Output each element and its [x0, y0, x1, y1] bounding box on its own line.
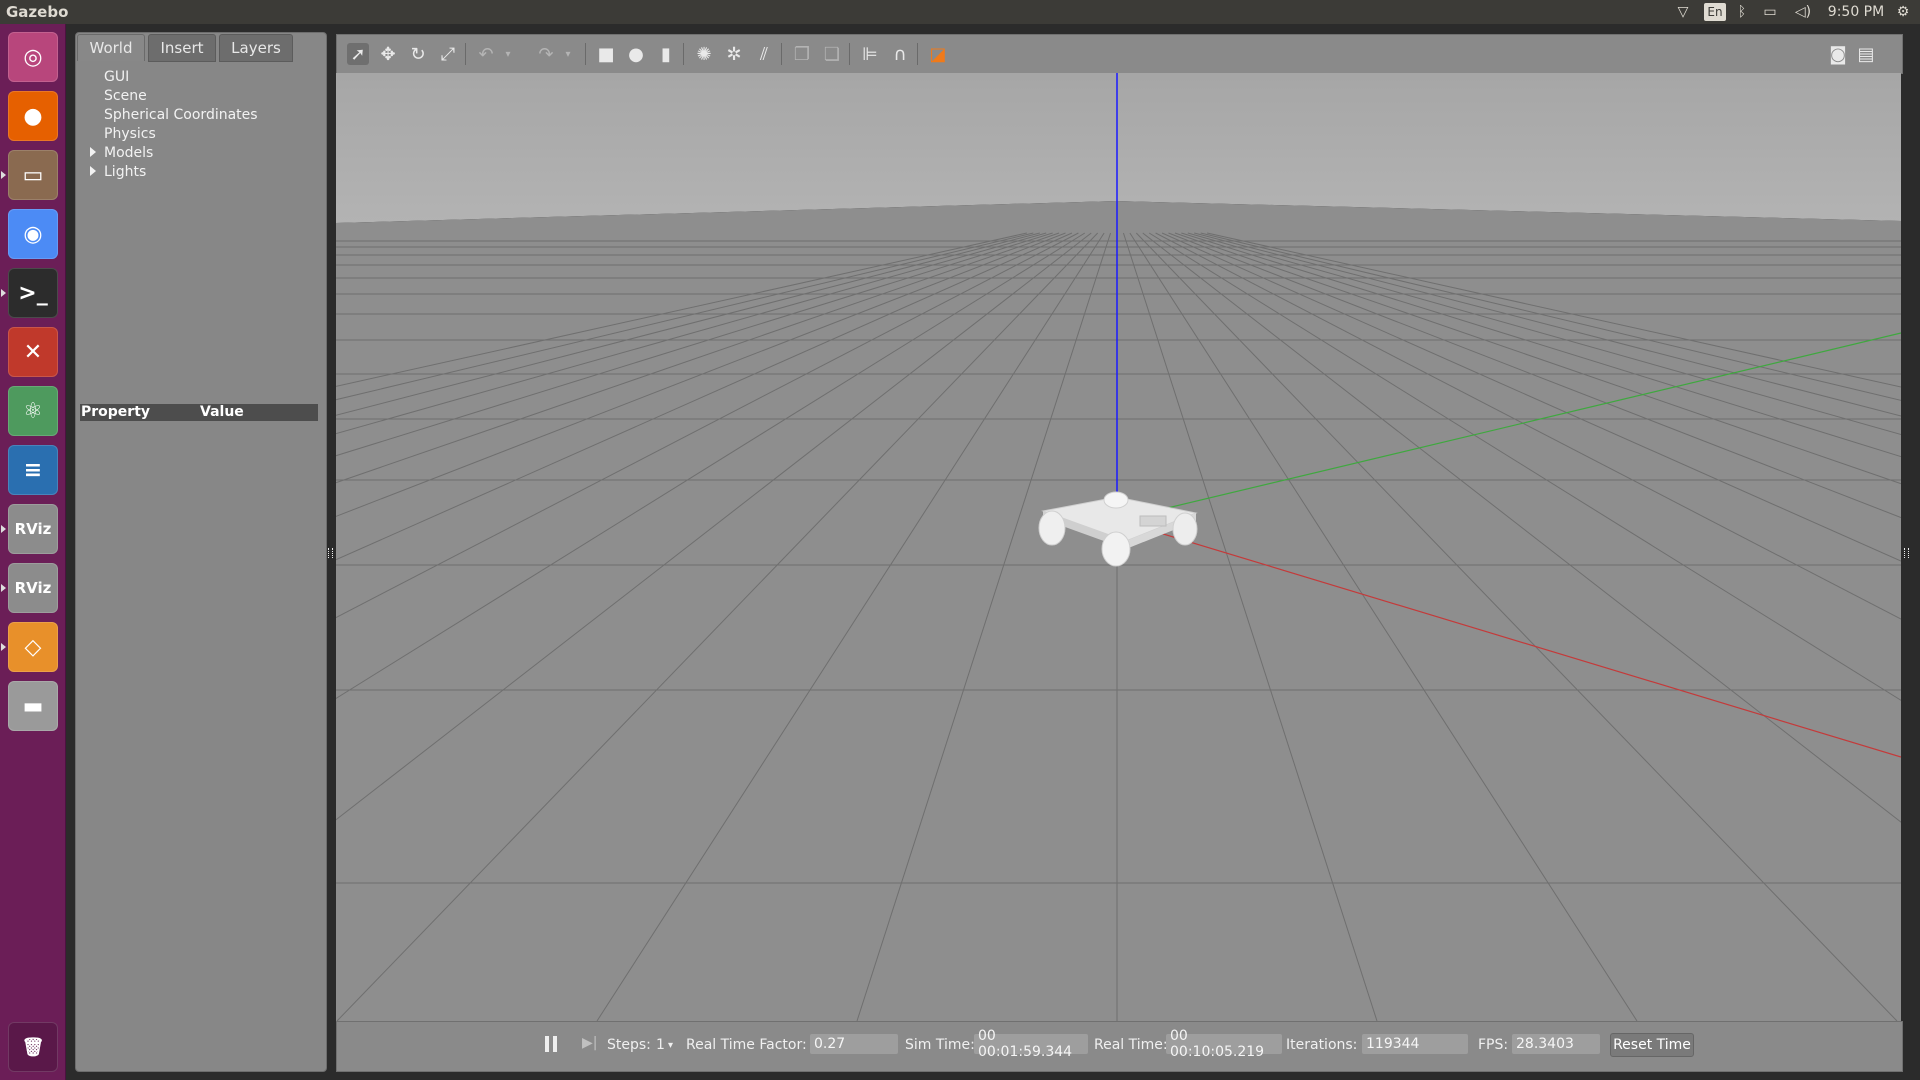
sphere-shape-icon[interactable]: ●: [625, 43, 647, 65]
tab-world[interactable]: World: [77, 34, 145, 61]
scale-mode-icon[interactable]: ⤢: [437, 43, 459, 65]
battery-icon[interactable]: ▭: [1758, 2, 1782, 22]
launcher-glyph: ⚛: [23, 398, 43, 424]
launcher-glyph: ▬: [22, 693, 44, 719]
writer-icon[interactable]: ≡: [8, 445, 58, 495]
top-panel: [0, 0, 1920, 24]
clock[interactable]: 9:50 PM: [1826, 2, 1886, 22]
view-angle-icon[interactable]: ◪: [927, 43, 949, 65]
gazebo-icon[interactable]: ◇: [8, 622, 58, 672]
screenshot-icon[interactable]: ◙: [1827, 43, 1849, 65]
spot-light-icon[interactable]: ✲: [723, 43, 745, 65]
app-title: Gazebo: [6, 3, 69, 21]
sim-time-label: Sim Time:: [905, 1037, 975, 1053]
steps-label: Steps:: [607, 1037, 651, 1053]
sky: [336, 73, 1901, 223]
tree-item-lights[interactable]: Lights: [104, 164, 146, 180]
tree-item-scene[interactable]: Scene: [104, 88, 147, 104]
launcher-glyph: ◉: [23, 221, 43, 247]
log-icon[interactable]: ▤: [1855, 43, 1877, 65]
left-splitter-handle[interactable]: [328, 548, 333, 558]
trash-icon[interactable]: 🗑: [8, 1022, 58, 1072]
chrome-icon[interactable]: ◉: [8, 209, 58, 259]
running-indicator: [1, 171, 6, 179]
rotate-mode-icon[interactable]: ↻: [407, 43, 429, 65]
undo-icon[interactable]: ↶: [475, 43, 497, 65]
snap-icon[interactable]: ∩: [889, 43, 911, 65]
running-indicator: [1, 289, 6, 297]
copy-icon[interactable]: ❐: [791, 43, 813, 65]
redo-icon[interactable]: ↷: [535, 43, 557, 65]
wifi-icon[interactable]: ▽: [1672, 2, 1694, 22]
rtf-value: 0.27: [810, 1034, 898, 1054]
iterations-value: 119344: [1362, 1034, 1468, 1054]
directional-light-icon[interactable]: ⫽: [753, 43, 775, 65]
launcher-glyph: RViz: [14, 520, 52, 538]
sim-time-value: 00 00:01:59.344: [974, 1028, 1088, 1060]
scene-canvas: [336, 73, 1901, 1021]
iterations-label: Iterations:: [1286, 1037, 1358, 1053]
fps-label: FPS:: [1478, 1037, 1509, 1053]
redo-dropdown-icon[interactable]: ▾: [557, 43, 579, 65]
select-mode-icon[interactable]: ➚: [347, 43, 369, 65]
tree-item-physics[interactable]: Physics: [104, 126, 156, 142]
point-light-icon[interactable]: ✺: [693, 43, 715, 65]
keyboard-indicator[interactable]: En: [1704, 3, 1726, 21]
system-gear-icon[interactable]: ⚙: [1892, 2, 1914, 22]
tab-insert[interactable]: Insert: [148, 34, 216, 62]
file-manager-icon[interactable]: ▭: [8, 150, 58, 200]
rtf-label: Real Time Factor:: [686, 1037, 807, 1053]
reset-time-button[interactable]: Reset Time: [1610, 1033, 1694, 1057]
running-indicator: [1, 584, 6, 592]
rviz-icon[interactable]: RViz: [8, 504, 58, 554]
running-indicator: [1, 643, 6, 651]
ground-plane: [336, 201, 1901, 1021]
undo-dropdown-icon[interactable]: ▾: [497, 43, 519, 65]
left-panel: [75, 32, 327, 1072]
bluetooth-icon[interactable]: ᛒ: [1734, 2, 1750, 22]
tree-item-models[interactable]: Models: [104, 145, 153, 161]
rviz-icon[interactable]: RViz: [8, 563, 58, 613]
launcher-glyph: ●: [23, 103, 43, 129]
launcher-glyph: >_: [18, 280, 48, 306]
ubuntu-dash-icon[interactable]: ◎: [8, 32, 58, 82]
cylinder-shape-icon[interactable]: ▮: [655, 43, 677, 65]
tree-item-spherical-coordinates[interactable]: Spherical Coordinates: [104, 107, 258, 123]
launcher-glyph: ◎: [23, 44, 43, 70]
real-time-value: 00 00:10:05.219: [1166, 1028, 1282, 1060]
firefox-icon[interactable]: ●: [8, 91, 58, 141]
expand-arrow-icon[interactable]: [90, 147, 96, 157]
property-column-header[interactable]: Property: [81, 404, 150, 420]
align-icon[interactable]: ⊫: [859, 43, 881, 65]
step-forward-icon[interactable]: ▶|: [582, 1035, 598, 1053]
running-indicator: [1, 525, 6, 533]
paste-icon[interactable]: ❏: [821, 43, 843, 65]
steps-dropdown-icon[interactable]: ▾: [668, 1040, 673, 1051]
toolbar: ➚ ✥ ↻ ⤢ ↶ ▾ ↷ ▾ ■ ● ▮ ✺ ✲ ⫽ ❐ ❏ ⊫ ∩ ◪ ◙ …: [336, 34, 1903, 74]
pause-icon[interactable]: [545, 1036, 561, 1054]
launcher-glyph: ✕: [23, 339, 43, 365]
scene-viewport[interactable]: [336, 73, 1901, 1021]
tree-item-gui[interactable]: GUI: [104, 69, 129, 85]
launcher-glyph: ◇: [24, 634, 42, 660]
launcher-glyph: RViz: [14, 579, 52, 597]
atom-icon[interactable]: ⚛: [8, 386, 58, 436]
drive-icon[interactable]: ▬: [8, 681, 58, 731]
right-splitter-handle[interactable]: [1904, 548, 1909, 558]
fps-value: 28.3403: [1512, 1034, 1600, 1054]
steps-value[interactable]: 1: [656, 1037, 665, 1053]
launcher-glyph: ≡: [23, 457, 43, 483]
box-shape-icon[interactable]: ■: [595, 43, 617, 65]
trash-glyph: 🗑: [21, 1036, 45, 1058]
launcher-glyph: ▭: [22, 162, 44, 188]
property-table-header: Property Value: [80, 404, 318, 421]
expand-arrow-icon[interactable]: [90, 166, 96, 176]
volume-icon[interactable]: ◁): [1792, 2, 1814, 22]
settings-icon[interactable]: ✕: [8, 327, 58, 377]
tab-layers[interactable]: Layers: [219, 34, 293, 62]
terminal-icon[interactable]: >_: [8, 268, 58, 318]
translate-mode-icon[interactable]: ✥: [377, 43, 399, 65]
value-column-header[interactable]: Value: [200, 404, 244, 420]
real-time-label: Real Time:: [1094, 1037, 1168, 1053]
